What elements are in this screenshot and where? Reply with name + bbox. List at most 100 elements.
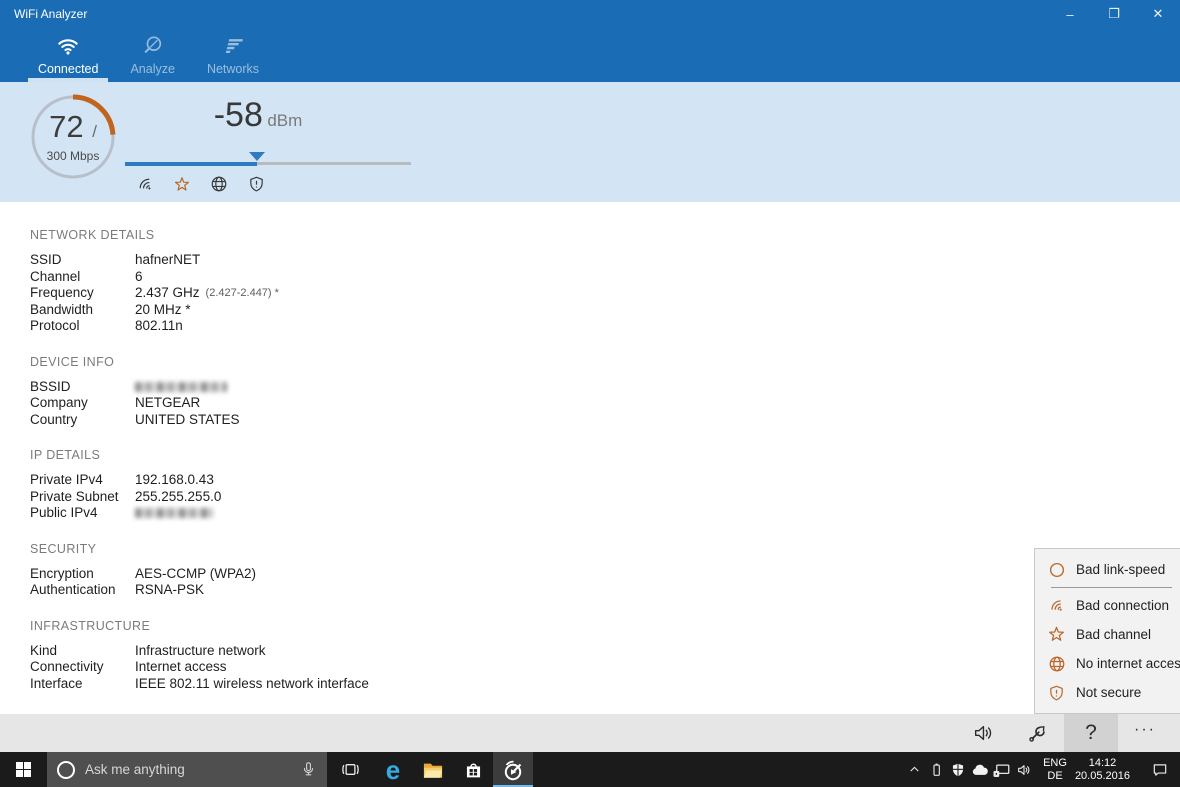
volume-icon [972, 722, 994, 744]
taskbar: Ask me anything e [0, 752, 1180, 787]
tray-speaker-button[interactable] [1014, 762, 1034, 778]
cortana-icon [57, 761, 75, 779]
detail-row: Public IPv4 [30, 505, 1180, 522]
file-explorer-button[interactable] [413, 752, 453, 787]
tray-usb-button[interactable] [926, 762, 946, 778]
store-icon [463, 759, 484, 780]
legend-item: Bad connection [1047, 591, 1180, 620]
tab-networks-label: Networks [207, 62, 259, 76]
section-title: INFRASTRUCTURE [30, 619, 1180, 633]
titlebar: WiFi Analyzer – ❐ ✕ [0, 0, 1180, 28]
tab-analyze[interactable]: Analyze [120, 28, 184, 82]
signal-strength-slider [125, 153, 411, 165]
file-explorer-icon [422, 760, 444, 780]
close-button[interactable]: ✕ [1136, 0, 1180, 28]
speaker-icon [1016, 762, 1032, 778]
action-center-button[interactable] [1140, 761, 1180, 778]
section-title: DEVICE INFO [30, 355, 1180, 369]
settings-wrench-button[interactable] [1010, 714, 1064, 752]
volume-button[interactable] [956, 714, 1010, 752]
detail-row: Protocol802.11n [30, 318, 1180, 335]
wifi-analyzer-window: WiFi Analyzer – ❐ ✕ Connected Analyze [0, 0, 1180, 787]
legend-divider [1051, 587, 1172, 588]
link-speed-gauge: 72 / 300 Mbps [29, 93, 117, 181]
detail-row: InterfaceIEEE 802.11 wireless network in… [30, 676, 1180, 693]
help-legend-popup: Bad link-speed Bad connection Bad channe… [1034, 548, 1180, 714]
star-icon [1047, 625, 1066, 644]
detail-row: EncryptionAES-CCMP (WPA2) [30, 566, 1180, 583]
minimize-button[interactable]: – [1048, 0, 1092, 28]
language-indicator[interactable]: ENG DE [1043, 757, 1067, 783]
search-box[interactable]: Ask me anything [47, 752, 327, 787]
link-speed-max: 300 Mbps [47, 149, 100, 163]
magnifier-icon [141, 35, 164, 57]
wrench-icon [1027, 723, 1048, 744]
tray-defender-button[interactable] [948, 762, 968, 778]
system-tray: ENG DE 14:12 20.05.2016 [903, 752, 1180, 787]
app-command-bar: ? ··· [0, 714, 1180, 752]
wifi-analyzer-icon [501, 758, 525, 782]
detail-row: Private Subnet255.255.255.0 [30, 489, 1180, 506]
details-panel: NETWORK DETAILS SSIDhafnerNET Channel6 F… [0, 202, 1180, 714]
detail-row: CountryUNITED STATES [30, 412, 1180, 429]
legend-item: Bad link-speed [1047, 555, 1180, 584]
detail-row: Frequency2.437 GHz(2.427-2.447) * [30, 285, 1180, 302]
help-button[interactable]: ? [1064, 714, 1118, 752]
mic-icon[interactable] [300, 761, 317, 778]
tab-analyze-label: Analyze [130, 62, 174, 76]
detail-row: KindInfrastructure network [30, 643, 1180, 660]
language-top: ENG [1043, 757, 1067, 770]
wifi-icon [56, 35, 80, 57]
internet-globe-icon [210, 175, 228, 193]
tab-networks[interactable]: Networks [197, 28, 269, 82]
tab-connected-label: Connected [38, 62, 98, 76]
channel-star-icon [173, 175, 191, 193]
detail-row: BSSID [30, 379, 1180, 396]
detail-row: ConnectivityInternet access [30, 659, 1180, 676]
detail-row: SSIDhafnerNET [30, 252, 1180, 269]
wifi-analyzer-app-button[interactable] [493, 752, 533, 787]
network-list-icon [221, 35, 245, 57]
legend-item: Bad channel [1047, 620, 1180, 649]
signal-strength-block: -58 dBm [125, 96, 411, 193]
globe-icon [1047, 654, 1066, 673]
circle-icon [1047, 560, 1066, 579]
task-view-button[interactable] [327, 752, 373, 787]
clock[interactable]: 14:12 20.05.2016 [1075, 757, 1130, 783]
section-title: IP DETAILS [30, 448, 1180, 462]
search-placeholder: Ask me anything [85, 762, 290, 777]
start-button[interactable] [0, 752, 47, 787]
signal-strength-value: -58 dBm [105, 96, 411, 135]
windows-logo-icon [16, 762, 32, 778]
shield-icon [1047, 683, 1066, 702]
tray-chevron-up-button[interactable] [904, 763, 924, 776]
detail-row: Private IPv4192.168.0.43 [30, 472, 1180, 489]
tray-display-button[interactable] [992, 762, 1012, 778]
slider-thumb-icon [249, 152, 265, 161]
time: 14:12 [1075, 757, 1130, 770]
chevron-up-icon [908, 763, 921, 776]
store-button[interactable] [453, 752, 493, 787]
window-title: WiFi Analyzer [0, 7, 87, 21]
more-button[interactable]: ··· [1118, 714, 1172, 752]
language-bottom: DE [1043, 770, 1067, 783]
edge-button[interactable]: e [373, 752, 413, 787]
section-network-details: NETWORK DETAILS SSIDhafnerNET Channel6 F… [30, 228, 1180, 335]
slider-fill [125, 162, 257, 166]
edge-icon: e [386, 757, 400, 783]
connection-summary-panel: 72 / 300 Mbps -58 dBm [0, 82, 1180, 202]
section-security: SECURITY EncryptionAES-CCMP (WPA2) Authe… [30, 542, 1180, 599]
section-infrastructure: INFRASTRUCTURE KindInfrastructure networ… [30, 619, 1180, 693]
tab-bar: Connected Analyze Networks [0, 28, 1180, 82]
display-icon [993, 762, 1011, 778]
more-icon: ··· [1134, 721, 1156, 745]
onedrive-cloud-icon [971, 763, 989, 777]
task-view-icon [340, 759, 361, 780]
tab-connected[interactable]: Connected [28, 28, 108, 82]
frequency-range-note: (2.427-2.447) * [206, 285, 279, 302]
tray-onedrive-button[interactable] [970, 763, 990, 777]
defender-shield-icon [950, 762, 966, 778]
restore-button[interactable]: ❐ [1092, 0, 1136, 28]
section-title: NETWORK DETAILS [30, 228, 1180, 242]
secure-shield-icon [247, 175, 265, 193]
